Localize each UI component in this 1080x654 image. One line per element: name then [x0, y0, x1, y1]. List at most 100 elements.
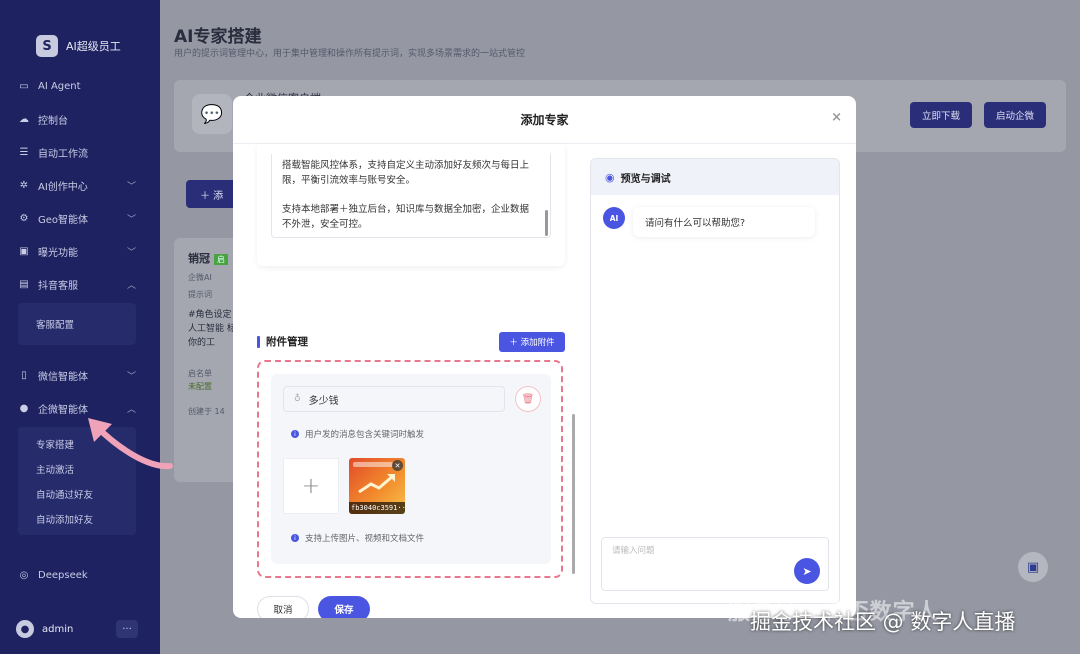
user-icon: ● [19, 403, 29, 414]
launch-wecom-button[interactable]: 启动企微 [984, 102, 1047, 128]
chat-message: AI 请问有什么可以帮助您? [603, 207, 815, 237]
send-button[interactable]: ➤ [794, 558, 820, 584]
sidebar-item-label: 曝光功能 [38, 248, 78, 259]
chevron-down-icon: ﹀ [126, 248, 136, 258]
cancel-button[interactable]: 取消 [257, 596, 309, 618]
gear-icon: ⚙ [19, 213, 29, 224]
phone-icon: ▯ [21, 370, 27, 381]
sidebar-item-console[interactable]: ☁ 控制台 [0, 103, 160, 136]
avatar: ● [16, 620, 34, 638]
watermark-line2: 掘金技术社区 @ 数字人直播 [750, 610, 1016, 634]
info-icon: i [291, 534, 299, 542]
attachment-highlight: ♁ 多少钱 🗑 i 用户发的消息包含关键词时触发 + fb3040c3591··… [257, 360, 563, 578]
thumbnail-title-strip [353, 462, 393, 467]
ai-avatar: AI [603, 207, 625, 229]
description-paragraph: 搭载智能风控体系，支持自定义主动添加好友频次与每日上限，平衡引流效率与账号安全。 [282, 160, 530, 186]
page-subtitle: 用户的提示词管理中心，用于集中管理和操作所有提示词，实现多场景需求的一站式管控 [174, 49, 526, 59]
close-icon[interactable]: × [831, 110, 842, 125]
upload-hint: i 支持上传图片、视频和文档文件 [291, 532, 424, 544]
sidebar-subitem-auto-accept[interactable]: 自动通过好友 [18, 481, 136, 506]
sidebar-item-ai-creation[interactable]: ✲ AI创作中心 ﹀ [0, 169, 160, 202]
status-badge: 启 [214, 254, 228, 265]
sidebar-item-douyin[interactable]: ▤ 抖音客服 ︿ [0, 268, 160, 301]
preview-panel: ◉ 预览与调试 AI 请问有什么可以帮助您? 请输入问题 ➤ [590, 158, 840, 604]
section-bar [257, 335, 260, 348]
sidebar-item-label: AI创作中心 [38, 182, 88, 193]
textarea-scrollbar[interactable] [545, 210, 548, 236]
modal-title: 添加专家 [520, 113, 569, 127]
question-input[interactable]: 请输入问题 ➤ [601, 537, 829, 591]
sidebar-item-wechat[interactable]: ▯ 微信智能体 ﹀ [0, 359, 160, 392]
brand: S AI超级员工 [0, 0, 160, 70]
brand-name: AI超级员工 [66, 40, 121, 53]
sidebar-subitem-service-config[interactable]: 客服配置 [18, 311, 136, 336]
brand-logo-icon: S [36, 35, 58, 57]
sidebar: S AI超级员工 ▭ AI Agent ☁ 控制台 ☰ 自动工作流 ✲ AI创作… [0, 0, 160, 654]
attachment-thumbnail[interactable]: fb3040c3591··· ✕ [349, 458, 405, 514]
deepseek-icon: ◎ [19, 570, 29, 581]
chat-icon: ▤ [19, 279, 29, 290]
more-button[interactable]: ··· [116, 620, 138, 638]
chevron-up-icon: ︿ [126, 281, 136, 291]
sidebar-nav: ▭ AI Agent ☁ 控制台 ☰ 自动工作流 ✲ AI创作中心 ﹀ ⚙ Ge… [0, 70, 160, 301]
description-card: 搭载智能风控体系，支持自定义主动添加好友频次与每日上限，平衡引流效率与账号安全。… [257, 144, 565, 266]
sidebar-item-workflow[interactable]: ☰ 自动工作流 [0, 136, 160, 169]
keyword-hint: i 用户发的消息包含关键词时触发 [291, 428, 424, 440]
robot-assistant-button[interactable]: ▣ [1018, 552, 1048, 582]
stack-icon: ☰ [19, 147, 29, 158]
keyword-value: 多少钱 [308, 395, 339, 407]
drag-handle-icon[interactable]: ♁ [294, 394, 301, 404]
upload-button[interactable]: + [283, 458, 339, 514]
sidebar-item-label: 微信智能体 [38, 372, 88, 383]
description-paragraph: 支持本地部署＋独立后台，知识库与数据全加密，企业数据不外泄，安全可控。 [282, 204, 530, 230]
info-icon: i [291, 430, 299, 438]
sidebar-item-label: 控制台 [38, 116, 68, 127]
sidebar-item-label: Deepseek [38, 570, 88, 581]
cloud-icon: ☁ [19, 114, 29, 125]
image-icon: ▣ [19, 246, 29, 257]
add-attachment-button[interactable]: ＋ 添加附件 [499, 332, 565, 352]
page-title: AI专家搭建 [174, 27, 262, 47]
save-button[interactable]: 保存 [318, 596, 370, 618]
sparkle-icon: ✲ [19, 180, 29, 191]
sidebar-item-label: 自动工作流 [38, 149, 88, 160]
remove-attachment-icon[interactable]: ✕ [392, 460, 403, 471]
preview-title: 预览与调试 [620, 173, 671, 185]
monitor-icon: ▭ [19, 81, 29, 92]
sidebar-item-exposure[interactable]: ▣ 曝光功能 ﹀ [0, 235, 160, 268]
growth-arrow-icon [358, 474, 395, 494]
douyin-subnav: 客服配置 [18, 303, 136, 345]
thumbnail-caption: fb3040c3591··· [349, 502, 405, 514]
preview-header: ◉ 预览与调试 [591, 159, 839, 195]
sidebar-item-label: Geo智能体 [38, 215, 89, 226]
keyword-hint-text: 用户发的消息包含关键词时触发 [305, 430, 425, 440]
sidebar-item-deepseek[interactable]: ◎ Deepseek [0, 559, 160, 592]
chat-bubble-icon: 💬 [192, 94, 232, 134]
delete-rule-button[interactable]: 🗑 [515, 386, 541, 412]
add-expert-modal: 添加专家 × 搭载智能风控体系，支持自定义主动添加好友频次与每日上限，平衡引流效… [233, 96, 856, 618]
message-bubble: 请问有什么可以帮助您? [633, 207, 815, 237]
form-scrollbar[interactable] [572, 414, 575, 574]
attachment-title-text: 附件管理 [266, 336, 308, 348]
question-placeholder: 请输入问题 [612, 546, 655, 556]
attachment-rule-card: ♁ 多少钱 🗑 i 用户发的消息包含关键词时触发 + fb3040c3591··… [271, 374, 551, 564]
plus-icon: + [301, 473, 321, 499]
chevron-down-icon: ﹀ [126, 182, 136, 192]
upload-hint-text: 支持上传图片、视频和文档文件 [305, 534, 425, 544]
chevron-down-icon: ﹀ [126, 215, 136, 225]
trash-icon: 🗑 [521, 393, 535, 405]
sidebar-item-label: 抖音客服 [38, 281, 78, 292]
sidebar-item-ai-agent[interactable]: ▭ AI Agent [0, 70, 160, 103]
sidebar-item-label: AI Agent [38, 81, 81, 92]
expert-form: 搭载智能风控体系，支持自定义主动添加好友频次与每日上限，平衡引流效率与账号安全。… [255, 144, 575, 618]
download-button[interactable]: 立即下载 [910, 102, 973, 128]
eye-icon: ◉ [605, 170, 615, 184]
sidebar-subitem-auto-add[interactable]: 自动添加好友 [18, 506, 136, 531]
attachment-section-title: 附件管理 [257, 334, 308, 349]
user-info[interactable]: ● admin [16, 620, 73, 638]
description-textarea[interactable]: 搭载智能风控体系，支持自定义主动添加好友频次与每日上限，平衡引流效率与账号安全。… [271, 154, 551, 238]
annotation-arrow [88, 418, 173, 470]
sidebar-item-geo[interactable]: ⚙ Geo智能体 ﹀ [0, 202, 160, 235]
keyword-input[interactable]: ♁ 多少钱 [283, 386, 505, 412]
modal-header: 添加专家 × [233, 96, 856, 144]
